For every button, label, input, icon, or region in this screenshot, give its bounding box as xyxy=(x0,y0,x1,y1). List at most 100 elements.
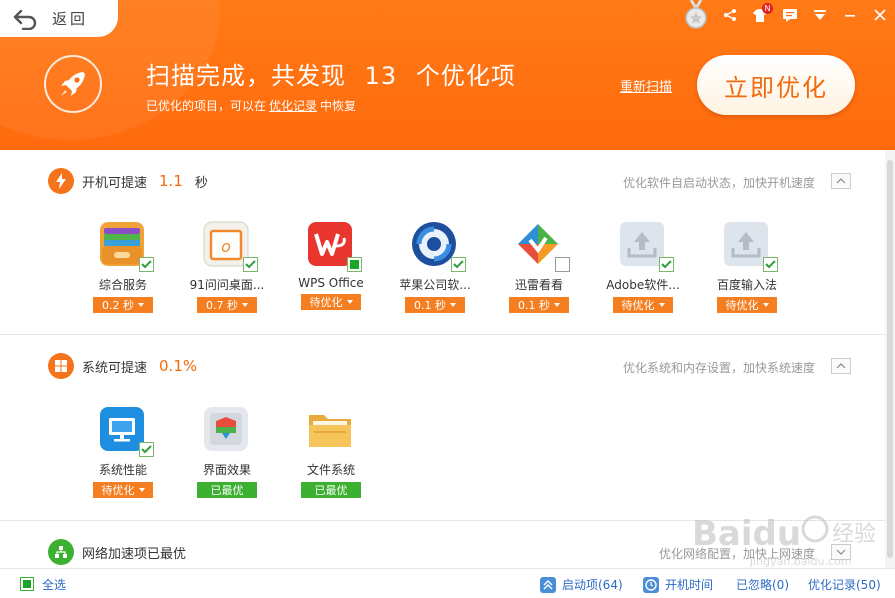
startup-section-desc: 优化软件自启动状态，加快开机速度 xyxy=(622,176,815,190)
windows-icon xyxy=(48,353,74,379)
system-section-header: 系统可提速 0.1% xyxy=(48,353,197,379)
back-button[interactable]: 返回 xyxy=(0,0,118,37)
startup-item: o 91问问桌面... 0.7 秒 xyxy=(175,220,279,313)
chevron-down-icon xyxy=(138,303,144,307)
item-icon-wrap xyxy=(618,220,674,272)
boot-time-label: 开机时间 xyxy=(665,578,714,592)
scan-result-title: 扫描完成，共发现 13 个优化项 xyxy=(146,56,516,91)
records-link[interactable]: 优化记录(50) xyxy=(808,576,881,593)
item-status-dropdown[interactable]: 待优化 xyxy=(93,482,153,498)
system-collapse-button[interactable] xyxy=(831,358,851,374)
item-checkbox[interactable] xyxy=(139,257,154,272)
item-checkbox[interactable] xyxy=(763,257,778,272)
select-all-checkbox[interactable] xyxy=(20,577,34,591)
close-icon xyxy=(874,9,886,21)
chevron-down-icon xyxy=(762,303,769,307)
item-status-dropdown[interactable]: 待优化 xyxy=(717,297,777,313)
share-icon xyxy=(724,9,736,21)
startup-items-link[interactable]: 启动项(64) xyxy=(540,576,623,593)
chevron-down-icon xyxy=(658,303,665,307)
item-name: Adobe软件... xyxy=(606,278,680,292)
system-item: 文件系统 已最优 xyxy=(279,405,383,498)
interface-icon[interactable] xyxy=(202,405,250,453)
item-status: 0.7 秒 xyxy=(206,299,238,312)
item-status-dropdown[interactable]: 0.1 秒 xyxy=(509,297,569,313)
item-status-dropdown[interactable]: 待优化 xyxy=(613,297,673,313)
back-arrow-icon xyxy=(13,9,37,30)
item-name: 91问问桌面... xyxy=(189,278,265,292)
folder-icon[interactable] xyxy=(306,405,354,453)
item-checkbox[interactable] xyxy=(347,257,362,272)
optimize-now-button[interactable]: 立即优化 xyxy=(697,55,855,115)
optimization-list: 开机可提速 1.1 秒 优化软件自启动状态，加快开机速度 综合服务 0.2 秒 … xyxy=(0,150,885,568)
item-status-dropdown[interactable]: 0.7 秒 xyxy=(197,297,257,313)
item-status-badge: 已最优 xyxy=(197,482,257,498)
item-status-dropdown[interactable]: 0.2 秒 xyxy=(93,297,153,313)
system-speedup-value: 0.1% xyxy=(159,357,198,375)
svg-text:o: o xyxy=(221,237,231,256)
header-banner: 返回 N 扫描完成，共发现 13 个优化项 已优化的项目，可以在 优化记录 中恢… xyxy=(0,0,895,150)
skin-button[interactable]: N xyxy=(745,2,775,28)
item-status: 已最优 xyxy=(210,484,244,497)
feedback-button[interactable] xyxy=(775,2,805,28)
network-section: 网络加速项已最优 优化网络配置，加快上网速度 xyxy=(0,521,885,568)
select-all-label[interactable]: 全选 xyxy=(42,576,66,593)
message-icon xyxy=(783,9,797,22)
rocket-badge xyxy=(44,55,102,113)
vertical-scrollbar[interactable] xyxy=(885,150,895,568)
item-status-dropdown[interactable]: 待优化 xyxy=(301,294,361,310)
double-chevron-up-icon xyxy=(540,576,556,593)
item-status: 待优化 xyxy=(725,299,759,312)
item-status: 已最优 xyxy=(314,484,348,497)
item-status: 待优化 xyxy=(309,296,343,309)
startup-item: Adobe软件... 待优化 xyxy=(591,220,695,313)
item-status: 待优化 xyxy=(621,299,655,312)
item-checkbox[interactable] xyxy=(659,257,674,272)
optimize-records-link[interactable]: 优化记录 xyxy=(269,99,317,113)
startup-speedup-unit: 秒 xyxy=(194,175,208,191)
item-name: 文件系统 xyxy=(306,463,355,477)
network-section-header: 网络加速项已最优 xyxy=(48,539,186,565)
item-status: 0.2 秒 xyxy=(102,299,134,312)
startup-item: 百度输入法 待优化 xyxy=(695,220,799,313)
scan-subtitle: 已优化的项目，可以在 优化记录 中恢复 xyxy=(146,97,356,114)
rescan-link[interactable]: 重新扫描 xyxy=(620,76,672,95)
item-checkbox[interactable] xyxy=(555,257,570,272)
boot-time-link[interactable]: 开机时间 xyxy=(643,576,713,593)
subtitle-prefix: 已优化的项目，可以在 xyxy=(146,99,267,113)
item-checkbox[interactable] xyxy=(243,257,258,272)
item-icon-wrap xyxy=(98,405,154,457)
scrollbar-thumb[interactable] xyxy=(887,160,893,558)
scan-title-prefix: 扫描完成，共发现 xyxy=(146,62,346,90)
new-badge: N xyxy=(762,3,773,14)
ignored-link[interactable]: 已忽略(0) xyxy=(736,576,789,593)
subtitle-suffix: 中恢复 xyxy=(320,99,357,113)
minimize-icon xyxy=(845,15,855,17)
chevron-down-icon xyxy=(836,549,846,555)
item-name: WPS Office xyxy=(298,276,364,290)
item-name: 界面效果 xyxy=(202,463,251,477)
footer-bar: 全选 启动项(64) 开机时间 已忽略(0) 优化记录(50) xyxy=(0,568,895,598)
chevron-up-icon xyxy=(836,178,846,184)
close-button[interactable] xyxy=(865,2,895,28)
startup-section: 开机可提速 1.1 秒 优化软件自启动状态，加快开机速度 综合服务 0.2 秒 … xyxy=(0,150,885,335)
chevron-down-icon xyxy=(450,303,456,307)
scan-issue-count: 13 xyxy=(364,62,398,90)
item-checkbox[interactable] xyxy=(139,442,154,457)
medal-icon[interactable] xyxy=(683,0,709,30)
startup-items: 综合服务 0.2 秒 o 91问问桌面... 0.7 秒 WPS Office … xyxy=(71,220,799,313)
network-expand-button[interactable] xyxy=(831,544,851,560)
back-label: 返回 xyxy=(52,10,89,28)
minimize-button[interactable] xyxy=(835,2,865,28)
item-status: 待优化 xyxy=(101,484,135,497)
item-icon-wrap xyxy=(410,220,466,272)
share-button[interactable] xyxy=(715,2,745,28)
menu-dropdown-icon xyxy=(814,10,826,20)
item-status-dropdown[interactable]: 0.1 秒 xyxy=(405,297,465,313)
startup-item: WPS Office 待优化 xyxy=(279,220,383,313)
item-checkbox[interactable] xyxy=(451,257,466,272)
item-name: 迅雷看看 xyxy=(514,278,563,292)
clock-icon xyxy=(643,576,659,593)
startup-collapse-button[interactable] xyxy=(831,173,851,189)
menu-button[interactable] xyxy=(805,2,835,28)
